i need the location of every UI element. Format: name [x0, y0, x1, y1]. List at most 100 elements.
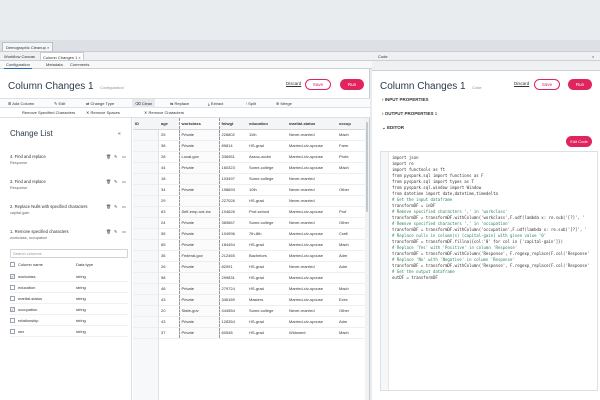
input-properties-section[interactable]: › INPUT PROPERTIES	[382, 97, 429, 102]
table-cell: HS-grad	[247, 327, 287, 339]
save-button[interactable]: Save	[305, 79, 331, 90]
output-properties-section[interactable]: › OUTPUT PROPERTIES 1	[382, 111, 437, 116]
table-row[interactable]: 43 Private 346189 Masters Married-civ-spouse…	[133, 294, 365, 306]
grid-header-cell[interactable]: occup	[337, 118, 365, 130]
column-row[interactable]: ✓ workclass string	[10, 272, 128, 282]
table-cell: Federal-gov	[178, 250, 220, 262]
tab-code[interactable]: Code	[376, 52, 390, 61]
merge-button[interactable]: ⊕ Merge	[276, 99, 292, 108]
column-list-header: Column name Data type	[10, 262, 128, 270]
discard-link[interactable]: Discard	[514, 81, 529, 86]
editor-section[interactable]: ⌄ EDITOR	[382, 125, 404, 131]
grid-header-cell[interactable]: fnlwgt	[219, 118, 247, 130]
clean-button[interactable]: ⌫ Clean	[132, 99, 156, 108]
table-row[interactable]: 37 Private 60548 HS-grad Widowed Mach	[133, 327, 365, 339]
delete-icon[interactable]: 🗑	[106, 154, 111, 159]
add-column-button[interactable]: ⊞ Add Column	[8, 99, 34, 108]
table-row[interactable]: 24 Private 369667 Some-college Never-married…	[133, 217, 365, 229]
comment-icon[interactable]: ▭	[122, 154, 126, 159]
change-type-button[interactable]: ⇄ Change Type	[86, 99, 114, 108]
comment-icon[interactable]: ▭	[122, 204, 126, 209]
change-item[interactable]: 3. Find and replace Response 🗑 ✎ ▭	[10, 179, 130, 190]
save-button[interactable]: Save	[534, 79, 560, 90]
section-label: INPUT PROPERTIES	[384, 97, 429, 102]
table-row[interactable]: 20 State-gov 444554 Some-college Never-marri…	[133, 305, 365, 317]
table-cell: Private	[178, 283, 220, 295]
comment-icon[interactable]: ▭	[122, 229, 126, 234]
subnav-comments[interactable]: Comments	[68, 61, 91, 69]
grid-header-cell[interactable]: age	[159, 118, 179, 130]
collapse-icon[interactable]: «	[118, 131, 121, 137]
table-row[interactable]: 28 Local-gov 336951 Assoc-acdm Married-civ-s…	[133, 151, 365, 163]
table-row[interactable]: 63 Self-emp-not-inc 104626 Prof-school Marri…	[133, 206, 365, 218]
extract-button[interactable]: ⤓ Extract	[208, 99, 223, 108]
table-cell: Married-civ-spouse	[287, 162, 337, 174]
table-row[interactable]: 58 299831 HS-grad Married-civ-spouse	[133, 272, 365, 284]
table-row[interactable]: 44 Private 160323 Some-college Married-civ-s…	[133, 162, 365, 174]
change-item[interactable]: 1. Remove specified characters workclass…	[10, 229, 130, 240]
edit-icon[interactable]: ✎	[114, 229, 118, 234]
table-row[interactable]: 18 103497 Some-college Never-married	[133, 173, 365, 185]
change-item[interactable]: 4. Find and replace Response 🗑 ✎ ▭	[10, 154, 130, 165]
table-row[interactable]: 26 Private 82091 HS-grad Never-married Adm	[133, 261, 365, 273]
table-cell: HS-grad	[247, 239, 287, 251]
table-row[interactable]: 43 Private 128354 HS-grad Married-civ-spouse…	[133, 316, 365, 328]
edit-icon[interactable]: ✎	[114, 179, 118, 184]
run-button[interactable]: Run	[568, 79, 592, 90]
grid-scrollbar[interactable]	[365, 118, 369, 400]
column-row[interactable]: education string	[10, 283, 128, 293]
column-checkbox[interactable]	[10, 329, 15, 334]
grid-header-cell[interactable]: education	[247, 118, 287, 130]
code-editor[interactable]: import json import re import functools as …	[380, 151, 598, 391]
table-row[interactable]: 34 Private 198693 10th Never-married Other	[133, 184, 365, 196]
edit-icon[interactable]: ✎	[114, 154, 118, 159]
edit-code-button[interactable]: Edit Code	[566, 136, 592, 147]
change-item[interactable]: 2. Replace Nulls with specified characte…	[10, 204, 130, 215]
grid-header-cell[interactable]: ID	[133, 118, 159, 130]
scrollbar-thumb[interactable]	[366, 122, 368, 212]
grid-header-cell[interactable]: workclass	[178, 118, 220, 130]
column-checkbox[interactable]	[10, 285, 15, 290]
close-icon[interactable]: ×	[590, 52, 596, 61]
table-cell	[133, 129, 159, 141]
select-all-checkbox[interactable]	[10, 262, 15, 267]
delete-icon[interactable]: 🗑	[106, 204, 111, 209]
tab-column-changes[interactable]: Column Changes 1 ×	[40, 52, 84, 61]
discard-link[interactable]: Discard	[286, 81, 301, 86]
table-row[interactable]: 36 Federal-gov 212465 Bachelors Married-civ-…	[133, 250, 365, 262]
table-cell: Prote	[337, 151, 365, 163]
table-row[interactable]: 25 Private 226802 11th Never-married Mach	[133, 129, 365, 141]
edit-icon[interactable]: ✎	[114, 204, 118, 209]
column-row[interactable]: marital-status string	[10, 294, 128, 304]
subnav-configuration[interactable]: Configuration	[4, 61, 32, 69]
remove-specified-characters-button[interactable]: Remove Specified Characters	[22, 108, 75, 117]
remove-characters-button[interactable]: ✕ Remove Characters	[144, 108, 184, 117]
column-checkbox[interactable]	[10, 296, 15, 301]
tab-workflow-canvas[interactable]: Workflow Canvas	[2, 52, 37, 61]
column-checkbox[interactable]	[10, 318, 15, 323]
edit-button[interactable]: ✎ Edit	[54, 99, 65, 108]
run-button[interactable]: Run	[340, 79, 364, 90]
table-cell: 63	[159, 206, 179, 218]
grid-header-cell[interactable]: marital-status	[287, 118, 337, 130]
column-row[interactable]: ✓ occupation string	[10, 305, 128, 315]
table-row[interactable]: 65 Private 184454 HS-grad Married-civ-spouse…	[133, 239, 365, 251]
table-row[interactable]: 48 Private 279724 HS-grad Married-civ-spouse…	[133, 283, 365, 295]
column-checkbox[interactable]: ✓	[10, 274, 15, 279]
tab-demographic-cleanup[interactable]: Demographic Cleanup ×	[2, 42, 54, 51]
column-checkbox[interactable]: ✓	[10, 307, 15, 312]
table-row[interactable]: 38 Private 89814 HS-grad Married-civ-spouse F…	[133, 140, 365, 152]
split-button[interactable]: ⫶ Split	[246, 99, 256, 108]
close-icon[interactable]: ×	[47, 45, 49, 50]
table-row[interactable]: 29 227026 HS-grad Never-married	[133, 195, 365, 207]
column-row[interactable]: relationship string	[10, 316, 128, 326]
remove-spaces-button[interactable]: ✕ Remove Spaces	[86, 108, 120, 117]
delete-icon[interactable]: 🗑	[106, 229, 111, 234]
subnav-metadata[interactable]: Metadata	[44, 61, 65, 69]
column-row[interactable]: sex string	[10, 327, 128, 337]
comment-icon[interactable]: ▭	[122, 179, 126, 184]
table-row[interactable]: 55 Private 104996 7th-8th Married-civ-spouse…	[133, 228, 365, 240]
delete-icon[interactable]: 🗑	[106, 179, 111, 184]
replace-button[interactable]: ⇆ Replace	[170, 99, 189, 108]
search-columns-input[interactable]: Search columns	[10, 249, 128, 258]
